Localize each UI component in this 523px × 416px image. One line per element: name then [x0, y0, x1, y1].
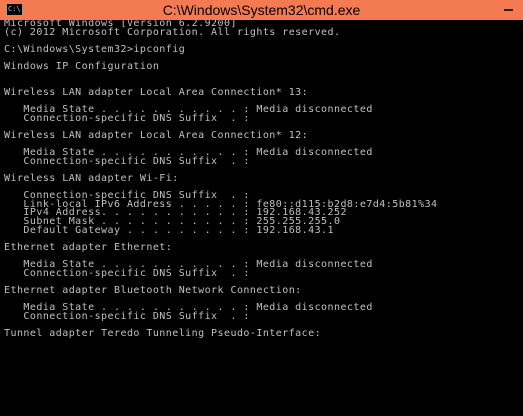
- console-line: Wireless LAN adapter Local Area Connecti…: [4, 86, 309, 98]
- console-output[interactable]: Microsoft Windows [Version 6.2.9200] (c) …: [0, 20, 523, 416]
- console-line: Connection-specific DNS Suffix . :: [4, 155, 250, 167]
- console-line: Tunnel adapter Teredo Tunneling Pseudo-I…: [4, 327, 322, 339]
- console-line: C:\Windows\System32>ipconfig: [4, 43, 186, 55]
- console-line: (c) 2012 Microsoft Corporation. All righ…: [4, 26, 341, 38]
- console-line: Wireless LAN adapter Wi-Fi:: [4, 172, 179, 184]
- console-line: Ethernet adapter Bluetooth Network Conne…: [4, 284, 302, 296]
- console-line: Connection-specific DNS Suffix . :: [4, 310, 250, 322]
- window-title: C:\Windows\System32\cmd.exe: [162, 2, 361, 18]
- minimize-button[interactable]: [497, 0, 519, 20]
- console-line: Connection-specific DNS Suffix . :: [4, 267, 250, 279]
- console-line: Connection-specific DNS Suffix . :: [4, 112, 250, 124]
- console-line: Wireless LAN adapter Local Area Connecti…: [4, 129, 309, 141]
- cmd-window: C:\ C:\Windows\System32\cmd.exe Microsof…: [0, 0, 523, 416]
- console-line: Windows IP Configuration: [4, 61, 160, 73]
- console-line: Default Gateway . . . . . . . . . : 192.…: [4, 224, 334, 236]
- console-line: Ethernet adapter Ethernet:: [4, 241, 173, 253]
- title-bar[interactable]: C:\ C:\Windows\System32\cmd.exe: [0, 0, 523, 20]
